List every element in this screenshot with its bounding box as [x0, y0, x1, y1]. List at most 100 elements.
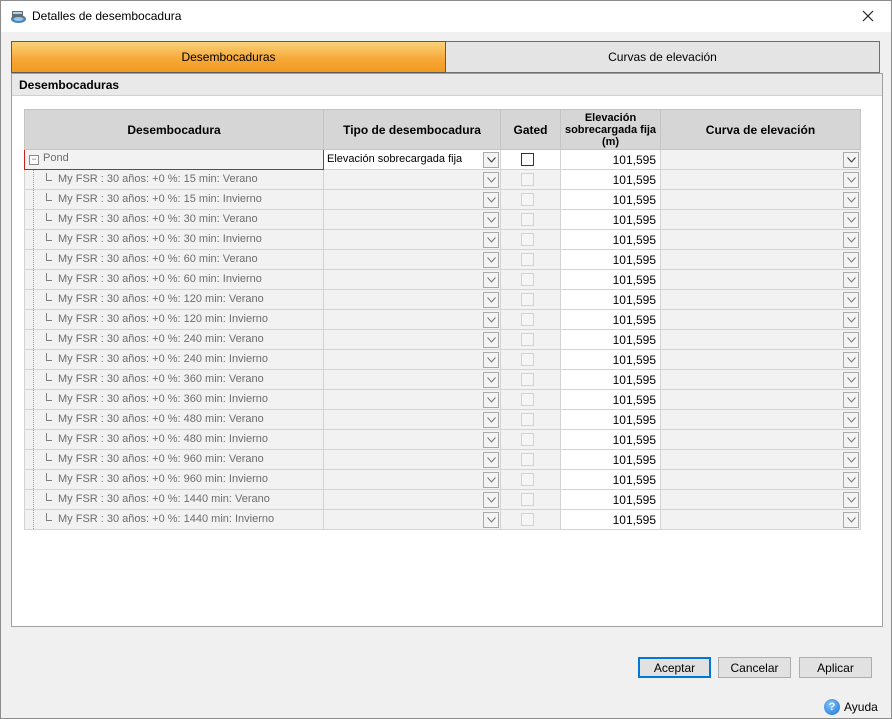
row-curve-cell[interactable]	[660, 249, 861, 270]
type-dropdown-button[interactable]	[483, 492, 499, 508]
row-name-cell[interactable]: My FSR : 30 años: +0 %: 360 min: Verano	[24, 369, 324, 390]
curve-dropdown-button[interactable]	[843, 492, 859, 508]
row-name-cell[interactable]: My FSR : 30 años: +0 %: 120 min: Verano	[24, 289, 324, 310]
row-type-cell[interactable]	[323, 489, 501, 510]
tab-desembocaduras[interactable]: Desembocaduras	[11, 41, 446, 73]
row-elevation[interactable]: 101,595	[560, 309, 661, 330]
row-name-cell[interactable]: My FSR : 30 años: +0 %: 15 min: Invierno	[24, 189, 324, 210]
curve-dropdown-button[interactable]	[843, 252, 859, 268]
type-dropdown-button[interactable]	[483, 472, 499, 488]
row-elevation[interactable]: 101,595	[560, 509, 661, 530]
row-elevation[interactable]: 101,595	[560, 389, 661, 410]
col-header-elevacion[interactable]: Elevación sobrecargada fija (m)	[560, 109, 661, 150]
gated-checkbox[interactable]	[521, 313, 534, 326]
gated-checkbox[interactable]	[521, 293, 534, 306]
row-curve-cell[interactable]	[660, 509, 861, 530]
row-type-cell[interactable]	[323, 349, 501, 370]
curve-dropdown-button[interactable]	[843, 372, 859, 388]
row-type-cell[interactable]	[323, 369, 501, 390]
table-row[interactable]: My FSR : 30 años: +0 %: 30 min: Invierno…	[24, 229, 861, 250]
table-row[interactable]: My FSR : 30 años: +0 %: 240 min: Verano 1…	[24, 329, 861, 350]
row-elevation[interactable]: 101,595	[560, 369, 661, 390]
row-type-cell[interactable]	[323, 169, 501, 190]
table-row[interactable]: My FSR : 30 años: +0 %: 15 min: Invierno…	[24, 189, 861, 210]
curve-dropdown-button[interactable]	[843, 432, 859, 448]
gated-checkbox[interactable]	[521, 153, 534, 166]
col-header-tipo[interactable]: Tipo de desembocadura	[323, 109, 501, 150]
curve-dropdown-button[interactable]	[843, 192, 859, 208]
parent-curve-cell[interactable]	[660, 149, 861, 170]
curve-dropdown-button[interactable]	[843, 172, 859, 188]
row-type-cell[interactable]	[323, 289, 501, 310]
table-row-parent[interactable]: − Pond Elevación sobrecargada fija 101,5…	[24, 149, 861, 170]
table-row[interactable]: My FSR : 30 años: +0 %: 960 min: Verano 1…	[24, 449, 861, 470]
gated-checkbox[interactable]	[521, 453, 534, 466]
close-button[interactable]	[845, 1, 891, 32]
gated-checkbox[interactable]	[521, 333, 534, 346]
col-header-curva[interactable]: Curva de elevación	[660, 109, 861, 150]
type-dropdown-button[interactable]	[483, 432, 499, 448]
curve-dropdown-button[interactable]	[843, 512, 859, 528]
parent-elevation[interactable]: 101,595	[560, 149, 661, 170]
row-name-cell[interactable]: My FSR : 30 años: +0 %: 30 min: Verano	[24, 209, 324, 230]
type-dropdown-button[interactable]	[483, 512, 499, 528]
gated-checkbox[interactable]	[521, 413, 534, 426]
type-dropdown-button[interactable]	[483, 312, 499, 328]
row-elevation[interactable]: 101,595	[560, 489, 661, 510]
row-curve-cell[interactable]	[660, 449, 861, 470]
type-dropdown-button[interactable]	[483, 212, 499, 228]
row-type-cell[interactable]	[323, 229, 501, 250]
row-name-cell[interactable]: My FSR : 30 años: +0 %: 60 min: Verano	[24, 249, 324, 270]
row-curve-cell[interactable]	[660, 489, 861, 510]
gated-checkbox[interactable]	[521, 373, 534, 386]
row-name-cell[interactable]: My FSR : 30 años: +0 %: 60 min: Invierno	[24, 269, 324, 290]
help-link[interactable]: ? Ayuda	[824, 699, 878, 715]
gated-checkbox[interactable]	[521, 173, 534, 186]
gated-checkbox[interactable]	[521, 213, 534, 226]
gated-checkbox[interactable]	[521, 473, 534, 486]
row-name-cell[interactable]: My FSR : 30 años: +0 %: 480 min: Inviern…	[24, 429, 324, 450]
type-dropdown-button[interactable]	[483, 452, 499, 468]
curve-dropdown-button[interactable]	[843, 212, 859, 228]
row-name-cell[interactable]: My FSR : 30 años: +0 %: 360 min: Inviern…	[24, 389, 324, 410]
curve-dropdown-button[interactable]	[843, 472, 859, 488]
row-name-cell[interactable]: My FSR : 30 años: +0 %: 120 min: Inviern…	[24, 309, 324, 330]
row-name-cell[interactable]: My FSR : 30 años: +0 %: 1440 min: Verano	[24, 489, 324, 510]
type-dropdown-button[interactable]	[483, 392, 499, 408]
type-dropdown-button[interactable]	[483, 352, 499, 368]
row-type-cell[interactable]	[323, 389, 501, 410]
apply-button[interactable]: Aplicar	[799, 657, 872, 678]
row-curve-cell[interactable]	[660, 229, 861, 250]
row-type-cell[interactable]	[323, 189, 501, 210]
table-row[interactable]: My FSR : 30 años: +0 %: 120 min: Inviern…	[24, 309, 861, 330]
table-row[interactable]: My FSR : 30 años: +0 %: 360 min: Verano 1…	[24, 369, 861, 390]
row-curve-cell[interactable]	[660, 189, 861, 210]
type-dropdown-button[interactable]	[483, 252, 499, 268]
row-type-cell[interactable]	[323, 469, 501, 490]
table-row[interactable]: My FSR : 30 años: +0 %: 120 min: Verano 1…	[24, 289, 861, 310]
table-row[interactable]: My FSR : 30 años: +0 %: 360 min: Inviern…	[24, 389, 861, 410]
curve-dropdown-button[interactable]	[843, 312, 859, 328]
table-row[interactable]: My FSR : 30 años: +0 %: 1440 min: Invier…	[24, 509, 861, 530]
row-type-cell[interactable]	[323, 329, 501, 350]
row-name-cell[interactable]: My FSR : 30 años: +0 %: 240 min: Verano	[24, 329, 324, 350]
row-elevation[interactable]: 101,595	[560, 189, 661, 210]
accept-button[interactable]: Aceptar	[638, 657, 711, 678]
type-dropdown-button[interactable]	[483, 152, 499, 168]
gated-checkbox[interactable]	[521, 273, 534, 286]
type-dropdown-button[interactable]	[483, 292, 499, 308]
row-elevation[interactable]: 101,595	[560, 229, 661, 250]
type-dropdown-button[interactable]	[483, 412, 499, 428]
row-curve-cell[interactable]	[660, 349, 861, 370]
parent-type-cell[interactable]: Elevación sobrecargada fija	[323, 149, 501, 170]
row-name-cell[interactable]: My FSR : 30 años: +0 %: 480 min: Verano	[24, 409, 324, 430]
row-elevation[interactable]: 101,595	[560, 469, 661, 490]
row-name-cell[interactable]: My FSR : 30 años: +0 %: 960 min: Inviern…	[24, 469, 324, 490]
gated-checkbox[interactable]	[521, 493, 534, 506]
curve-dropdown-button[interactable]	[843, 232, 859, 248]
row-name-cell[interactable]: My FSR : 30 años: +0 %: 1440 min: Invier…	[24, 509, 324, 530]
row-elevation[interactable]: 101,595	[560, 429, 661, 450]
row-curve-cell[interactable]	[660, 329, 861, 350]
row-type-cell[interactable]	[323, 269, 501, 290]
row-type-cell[interactable]	[323, 309, 501, 330]
